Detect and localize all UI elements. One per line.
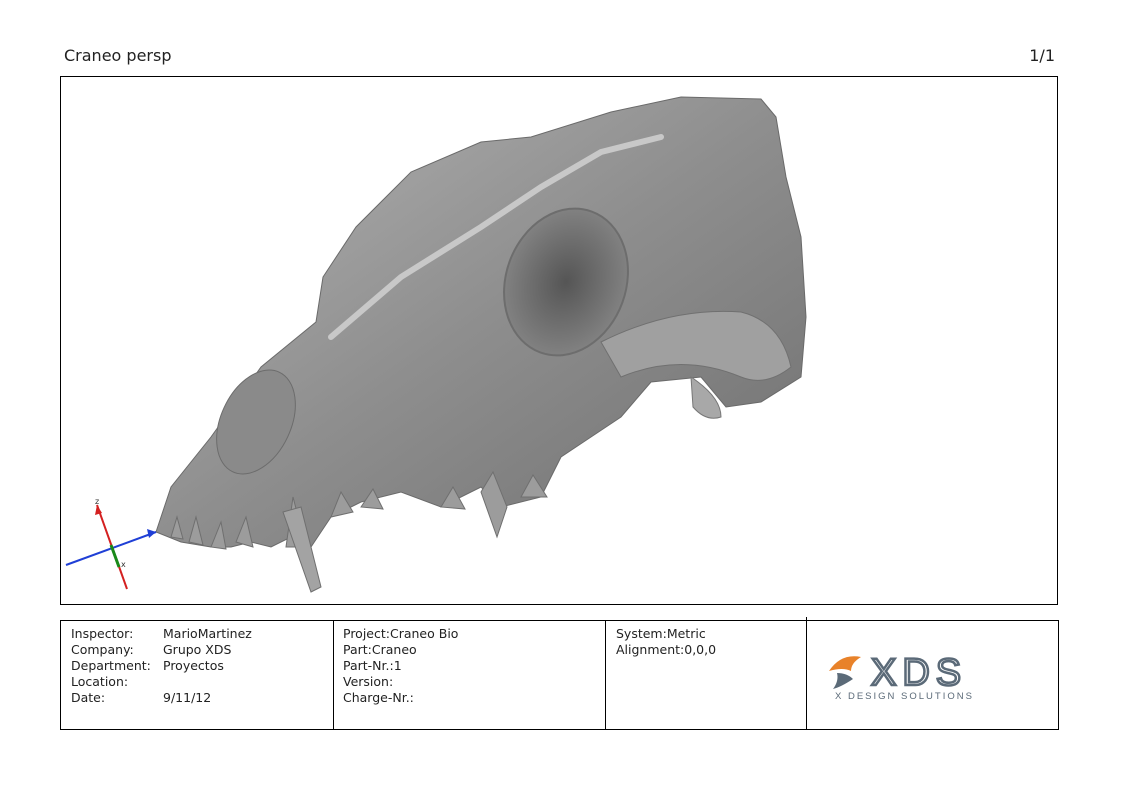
part-text: Part:Craneo: [343, 642, 417, 657]
y-axis-line: [109, 544, 121, 568]
logo-column: XDS X DESIGN SOLUTIONS: [806, 617, 1058, 729]
company-label: Company:: [71, 642, 134, 657]
skull-mesh: [155, 96, 807, 593]
system-column: System:Metric Alignment:0,0,0: [606, 621, 806, 729]
department-value: Proyectos: [163, 658, 224, 673]
company-value: Grupo XDS: [163, 642, 232, 657]
z-axis-label: z: [95, 497, 99, 506]
charge-nr-text: Charge-Nr.:: [343, 690, 414, 705]
page-number: 1/1: [1029, 46, 1055, 65]
alignment-text: Alignment:0,0,0: [616, 642, 717, 657]
x-axis-label: x: [121, 560, 126, 569]
logo-text: XDS: [871, 652, 967, 694]
logo-tagline: X DESIGN SOLUTIONS: [835, 691, 974, 702]
info-table: Inspector: MarioMartinez Company: Grupo XD…: [60, 617, 1059, 730]
project-column: Project:Craneo Bio Part:Craneo Part-Nr.:…: [334, 621, 606, 729]
project-text: Project:Craneo Bio: [343, 626, 459, 641]
department-label: Department:: [71, 658, 151, 673]
inspector-label: Inspector:: [71, 626, 134, 641]
part-nr-text: Part-Nr.:1: [343, 658, 402, 673]
xds-logo: XDS X DESIGN SOLUTIONS: [829, 651, 974, 702]
system-text: System:Metric: [616, 626, 706, 641]
version-text: Version:: [343, 674, 394, 689]
3d-viewport[interactable]: z x: [60, 76, 1058, 605]
page-title: Craneo persp: [64, 46, 172, 65]
date-value: 9/11/12: [163, 690, 212, 705]
date-label: Date:: [71, 690, 106, 705]
skull-render: z x: [65, 96, 807, 593]
axis-triad: z x: [65, 497, 157, 590]
inspector-value: MarioMartinez: [163, 626, 252, 641]
inspector-column: Inspector: MarioMartinez Company: Grupo XD…: [61, 621, 334, 729]
location-label: Location:: [71, 674, 129, 689]
